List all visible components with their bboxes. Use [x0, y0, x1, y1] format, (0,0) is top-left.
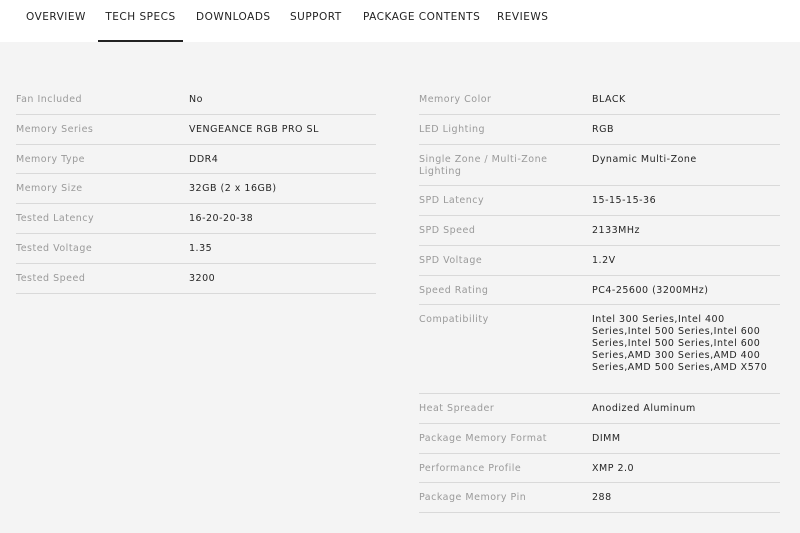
spec-value: Anodized Aluminum	[592, 403, 696, 414]
spec-row-led-lighting: LED Lighting RGB	[419, 115, 780, 145]
spec-row-spd-speed: SPD Speed 2133MHz	[419, 216, 780, 246]
spec-row-performance-profile: Performance Profile XMP 2.0	[419, 454, 780, 483]
spec-value: No	[189, 94, 203, 105]
spec-value: RGB	[592, 124, 614, 135]
spec-label: Memory Size	[16, 183, 83, 194]
spec-row-fan-included: Fan Included No	[16, 85, 376, 115]
spec-row-memory-color: Memory Color BLACK	[419, 85, 780, 115]
spec-label: Heat Spreader	[419, 403, 495, 414]
spec-value: VENGEANCE RGB PRO SL	[189, 124, 319, 135]
spec-row-compatibility: Compatibility Intel 300 Series,Intel 400…	[419, 305, 780, 394]
spec-value: 2133MHz	[592, 225, 641, 236]
spec-label: Tested Latency	[16, 213, 95, 224]
spec-label: SPD Voltage	[419, 255, 483, 266]
spec-row-package-memory-format: Package Memory Format DIMM	[419, 424, 780, 454]
spec-value: 1.2V	[592, 255, 616, 266]
spec-label: Tested Voltage	[16, 243, 93, 254]
spec-label: SPD Latency	[419, 195, 485, 206]
tab-downloads[interactable]: DOWNLOADS	[196, 0, 271, 42]
spec-value: 16-20-20-38	[189, 213, 254, 224]
spec-row-tested-voltage: Tested Voltage 1.35	[16, 234, 376, 264]
spec-row-zone-lighting: Single Zone / Multi-Zone Lighting Dynami…	[419, 145, 780, 186]
spec-row-spd-voltage: SPD Voltage 1.2V	[419, 246, 780, 276]
tab-tech-specs[interactable]: TECH SPECS	[98, 0, 183, 42]
spec-label: Speed Rating	[419, 285, 489, 296]
spec-value: 32GB (2 x 16GB)	[189, 183, 277, 194]
spec-label: Single Zone / Multi-Zone Lighting	[419, 154, 548, 177]
spec-row-memory-series: Memory Series VENGEANCE RGB PRO SL	[16, 115, 376, 145]
tab-package-contents[interactable]: PACKAGE CONTENTS	[363, 0, 480, 42]
spec-label: Tested Speed	[16, 273, 86, 284]
spec-row-tested-latency: Tested Latency 16-20-20-38	[16, 204, 376, 234]
spec-value: DIMM	[592, 433, 621, 444]
tab-bar: OVERVIEW TECH SPECS DOWNLOADS SUPPORT PA…	[0, 0, 800, 42]
spec-row-memory-type: Memory Type DDR4	[16, 145, 376, 174]
spec-value: 3200	[189, 273, 216, 284]
spec-row-package-memory-pin: Package Memory Pin 288	[419, 483, 780, 513]
spec-label: Memory Color	[419, 94, 492, 105]
spec-row-spd-latency: SPD Latency 15-15-15-36	[419, 186, 780, 216]
spec-label: Package Memory Format	[419, 433, 548, 444]
spec-row-memory-size: Memory Size 32GB (2 x 16GB)	[16, 174, 376, 204]
spec-value: Intel 300 Series,Intel 400 Series,Intel …	[592, 314, 768, 373]
spec-row-heat-spreader: Heat Spreader Anodized Aluminum	[419, 394, 780, 424]
spec-row-speed-rating: Speed Rating PC4-25600 (3200MHz)	[419, 276, 780, 305]
spec-label: Memory Type	[16, 154, 85, 165]
tab-overview[interactable]: OVERVIEW	[26, 0, 86, 42]
tab-reviews[interactable]: REVIEWS	[497, 0, 548, 42]
spec-label: LED Lighting	[419, 124, 486, 135]
spec-row-tested-speed: Tested Speed 3200	[16, 264, 376, 294]
spec-label: Memory Series	[16, 124, 94, 135]
spec-label: Performance Profile	[419, 463, 522, 474]
spec-value: 15-15-15-36	[592, 195, 657, 206]
spec-value: Dynamic Multi-Zone	[592, 154, 697, 165]
specs-right-column: Memory Color BLACK LED Lighting RGB Sing…	[419, 85, 780, 513]
specs-left-column: Fan Included No Memory Series VENGEANCE …	[16, 85, 376, 294]
spec-label: Compatibility	[419, 314, 489, 325]
spec-label: Package Memory Pin	[419, 492, 527, 503]
spec-value: BLACK	[592, 94, 626, 105]
spec-value: XMP 2.0	[592, 463, 635, 474]
spec-value: 1.35	[189, 243, 213, 254]
spec-value: PC4-25600 (3200MHz)	[592, 285, 709, 296]
tab-support[interactable]: SUPPORT	[290, 0, 342, 42]
spec-label: SPD Speed	[419, 225, 476, 236]
spec-label: Fan Included	[16, 94, 83, 105]
spec-value: DDR4	[189, 154, 219, 165]
spec-value: 288	[592, 492, 612, 503]
